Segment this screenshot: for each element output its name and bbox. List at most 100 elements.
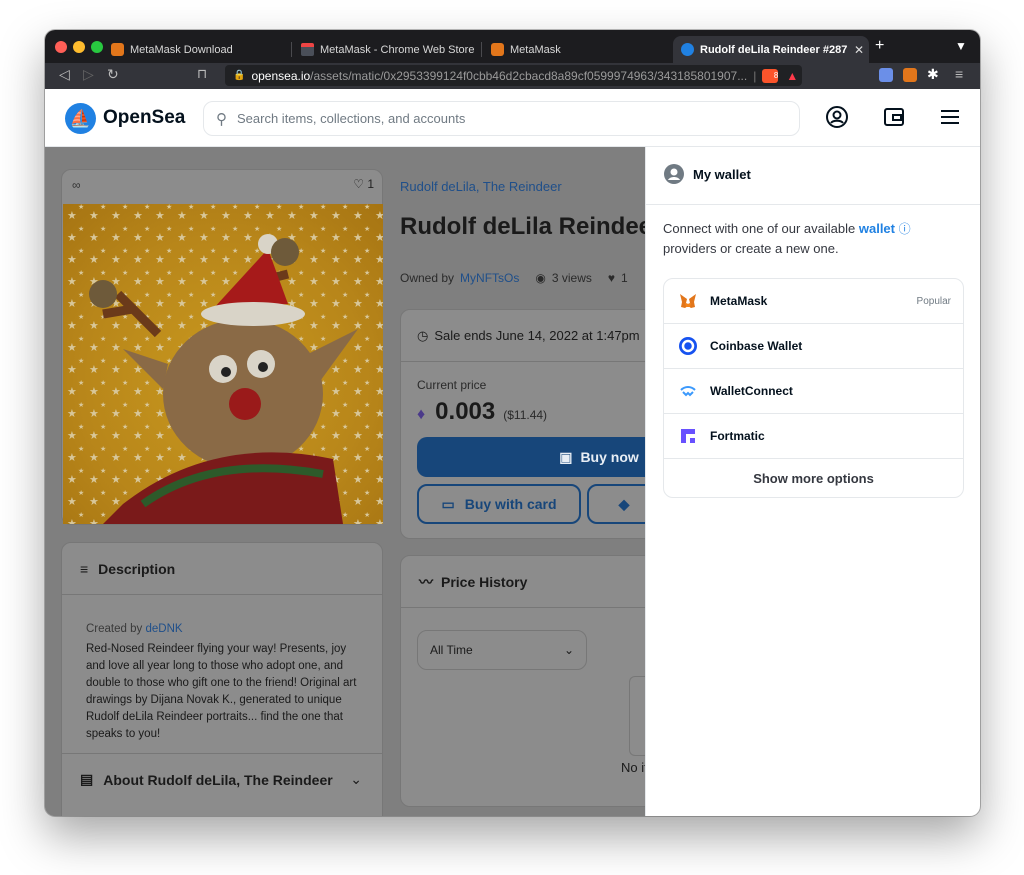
wallet-icon: ▣ [559, 448, 573, 465]
price-history-heading: Price History [441, 573, 528, 590]
url-host: opensea.io [251, 68, 311, 83]
brave-shield-icon[interactable]: 8 [762, 68, 779, 83]
reload-icon[interactable]: ↻ [107, 66, 119, 83]
about-heading: About Rudolf deLila, The Reindeer [103, 771, 333, 788]
logo-text[interactable]: OpenSea [103, 107, 185, 129]
wallet-icon[interactable] [881, 105, 907, 131]
description-text: Red-Nosed Reindeer flying your way! Pres… [86, 643, 357, 740]
extensions-puzzle-icon[interactable]: ✱ [927, 66, 939, 83]
description-header[interactable]: ≡ Description [62, 543, 382, 595]
user-avatar-icon [664, 164, 684, 184]
search-icon: ⚲ [216, 110, 227, 128]
wallet-provider-list: MetaMask Popular Coinbase Wallet WalletC… [663, 278, 964, 498]
chevron-down-icon: ⌄ [350, 771, 362, 787]
tab-metamask[interactable]: MetaMask [491, 36, 671, 63]
collection-link[interactable]: Rudolf deLila, The Reindeer [400, 179, 562, 194]
bookmark-icon[interactable]: ⊓ [197, 66, 207, 82]
chevron-down-icon: ⌄ [563, 643, 574, 657]
owner-row: Owned by MyNFTsOs ◉ 3 views ♥ 1 [400, 271, 628, 285]
wallet-option-metamask[interactable]: MetaMask Popular [664, 279, 963, 324]
sale-ends-text: Sale ends June 14, 2022 at 1:47pm [434, 328, 640, 343]
heart-icon: ♥ [607, 271, 615, 285]
search-box[interactable]: ⚲ [203, 101, 800, 136]
close-window-button[interactable] [55, 41, 67, 53]
buy-now-button[interactable]: ▣ Buy now [417, 437, 661, 477]
coinbase-icon [678, 336, 698, 356]
wallet-option-fortmatic[interactable]: Fortmatic [664, 414, 963, 459]
asset-title: Rudolf deLila Reindee [400, 213, 653, 240]
dimmed-asset-page: ∞ ♡ 1 ★ ★ [45, 147, 661, 816]
metamask-fox-icon [491, 43, 504, 56]
tag-icon: ◆ [618, 495, 630, 512]
time-range-select[interactable]: All Time ⌄ [417, 630, 587, 670]
no-history-text: No it [621, 760, 648, 775]
metamask-fox-icon [111, 43, 124, 56]
tab-title: MetaMask [510, 43, 561, 56]
browser-window: MetaMask Download MetaMask - Chrome Web … [45, 30, 980, 816]
minimize-window-button[interactable] [73, 41, 85, 53]
nft-image-card: ∞ ♡ 1 ★ ★ [61, 169, 383, 525]
listing-card: ◷ Sale ends June 14, 2022 at 1:47pm Curr… [400, 309, 661, 539]
menu-icon[interactable] [937, 105, 963, 131]
wallet-option-walletconnect[interactable]: WalletConnect [664, 369, 963, 414]
price-history-header[interactable]: 〰 Price History [401, 556, 659, 608]
address-toolbar: ◁ ▷ ↻ ⊓ 🔒 opensea.io /assets/matic/0x295… [45, 63, 980, 89]
buy-with-card-button[interactable]: ▭ Buy with card [417, 484, 581, 524]
browser-menu-icon[interactable]: ≡ [955, 66, 963, 82]
current-price-label: Current price [417, 378, 487, 392]
new-tab-icon[interactable]: + [875, 37, 884, 55]
tab-title: Rudolf deLila Reindeer #287 - R [700, 43, 850, 56]
description-card: ≡ Description Created by deDNK Red-Nosed… [61, 542, 383, 816]
metamask-extension-icon[interactable] [903, 68, 917, 82]
walletconnect-icon [678, 381, 698, 401]
forward-icon[interactable]: ▷ [83, 66, 94, 83]
wallet-info-link[interactable]: wallet [859, 221, 895, 236]
extension-icon[interactable] [879, 68, 893, 82]
tab-chrome-web-store[interactable]: MetaMask - Chrome Web Store [301, 36, 481, 63]
show-more-options-button[interactable]: Show more options [664, 459, 963, 497]
creator-link[interactable]: deDNK [145, 623, 182, 635]
wallet-option-coinbase[interactable]: Coinbase Wallet [664, 324, 963, 369]
list-icon: ≡ [80, 560, 89, 577]
account-icon[interactable] [824, 105, 850, 131]
opensea-icon [681, 43, 694, 56]
about-collection-header[interactable]: ▤ About Rudolf deLila, The Reindeer ⌄ [62, 753, 382, 805]
price-history-card: 〰 Price History All Time ⌄ No it [400, 555, 661, 807]
tab-title: MetaMask Download [130, 43, 233, 56]
lock-icon: 🔒 [233, 70, 246, 81]
owner-link[interactable]: MyNFTsOs [460, 271, 519, 285]
views-count: 3 views [551, 271, 592, 285]
wallet-intro: Connect with one of our available wallet… [663, 221, 911, 256]
fortmatic-icon [678, 426, 698, 446]
maximize-window-button[interactable] [91, 41, 103, 53]
tab-opensea-active[interactable]: Rudolf deLila Reindeer #287 - R ✕ [673, 36, 869, 63]
price-usd: ($11.44) [503, 408, 548, 422]
wallet-panel: My wallet Connect with one of our availa… [645, 147, 980, 816]
opensea-logo-icon[interactable]: ⛵ [65, 103, 96, 134]
tab-metamask-download[interactable]: MetaMask Download [111, 36, 281, 63]
favorite-button[interactable]: ♡ 1 [353, 177, 374, 191]
clock-icon: ◷ [417, 327, 429, 343]
wallet-panel-title: My wallet [693, 167, 751, 182]
owned-by-label: Owned by [400, 271, 455, 285]
tab-strip: MetaMask Download MetaMask - Chrome Web … [45, 30, 980, 63]
back-icon[interactable]: ◁ [59, 66, 70, 83]
price-value: 0.003 [435, 398, 496, 425]
price-row: ♦ 0.003 ($11.44) [417, 398, 547, 426]
metamask-icon [678, 291, 698, 311]
info-icon[interactable]: ⓘ [899, 222, 911, 236]
close-tab-icon[interactable]: ✕ [854, 43, 864, 57]
popular-badge: Popular [916, 295, 951, 307]
credit-card-icon: ▭ [441, 495, 455, 512]
nft-image[interactable]: ★ ★ [63, 204, 383, 524]
tab-search-icon[interactable]: ▼ [955, 39, 967, 53]
description-heading: Description [98, 560, 176, 577]
page-content: ⛵ OpenSea ⚲ ∞ ♡ 1 [45, 89, 980, 816]
site-header: ⛵ OpenSea ⚲ [45, 89, 980, 147]
brave-rewards-icon[interactable]: ▲ [786, 69, 798, 83]
description-body: Created by deDNK Red-Nosed Reindeer flyi… [62, 595, 382, 743]
url-bar[interactable]: 🔒 opensea.io /assets/matic/0x2953399124f… [225, 65, 802, 86]
chrome-web-store-icon [301, 43, 314, 56]
search-input[interactable] [237, 111, 757, 126]
eye-icon: ◉ [535, 271, 546, 285]
